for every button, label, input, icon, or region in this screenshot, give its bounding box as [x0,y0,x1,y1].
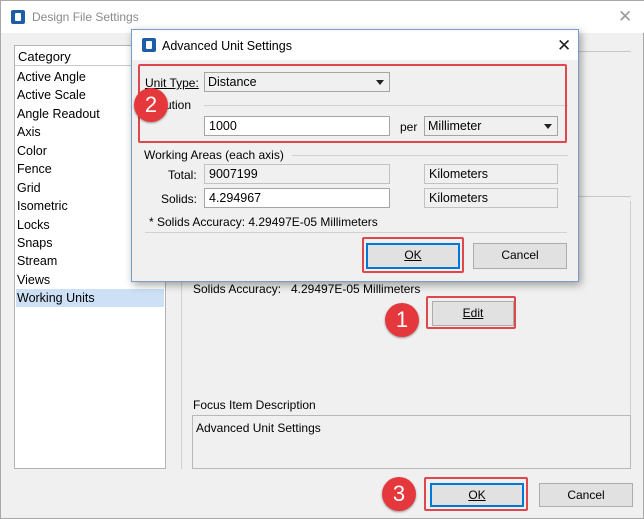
highlight-edit-button [426,296,516,329]
highlight-ok-button [424,477,528,511]
solids-accuracy-value: 4.29497E-05 Millimeters [291,282,421,296]
solids-accuracy-label: Solids Accuracy: [193,282,282,296]
category-header-label: Category [18,49,71,64]
right-pane-divider [579,51,631,52]
total-label: Total: [168,168,197,182]
dialog-cancel-label: Cancel [501,248,539,262]
main-window-title: Design File Settings [32,10,139,24]
dialog-divider [145,232,567,233]
solids-value: 4.294967 [209,191,262,205]
solids-label: Solids: [161,192,198,206]
focus-item-text: Advanced Unit Settings [196,421,321,435]
step-badge-3: 3 [382,477,416,511]
highlight-unit-settings [138,64,567,143]
dialog-app-icon [142,38,156,52]
working-areas-label: Working Areas (each axis) [144,148,284,162]
solids-input[interactable]: 4.294967 [204,188,390,208]
app-logo-icon [11,10,25,24]
dialog-cancel-button[interactable]: Cancel [473,243,567,269]
focus-item-label: Focus Item Description [193,398,316,412]
solids-unit-field: Kilometers [424,188,558,208]
solids-accuracy-note: * Solids Accuracy: 4.29497E-05 Millimete… [149,215,378,229]
solids-unit: Kilometers [429,191,489,205]
cancel-button-label: Cancel [567,488,605,502]
category-item-working-units[interactable]: Working Units [16,289,164,307]
working-areas-group-line [292,155,568,156]
total-value: 9007199 [209,167,258,181]
focus-item-description: Advanced Unit Settings [192,415,631,469]
step-badge-1: 1 [385,303,419,337]
right-pane-divider [579,196,631,197]
highlight-dialog-ok [362,237,464,273]
total-unit: Kilometers [429,167,489,181]
dialog-titlebar[interactable]: Advanced Unit Settings ✕ [132,30,578,60]
dialog-close-icon[interactable]: ✕ [557,37,571,54]
total-unit-field: Kilometers [424,164,558,184]
cancel-button[interactable]: Cancel [539,483,633,507]
step-badge-2: 2 [134,88,168,122]
total-field: 9007199 [204,164,390,184]
main-close-icon[interactable]: ✕ [618,8,632,25]
dialog-title: Advanced Unit Settings [162,39,292,53]
